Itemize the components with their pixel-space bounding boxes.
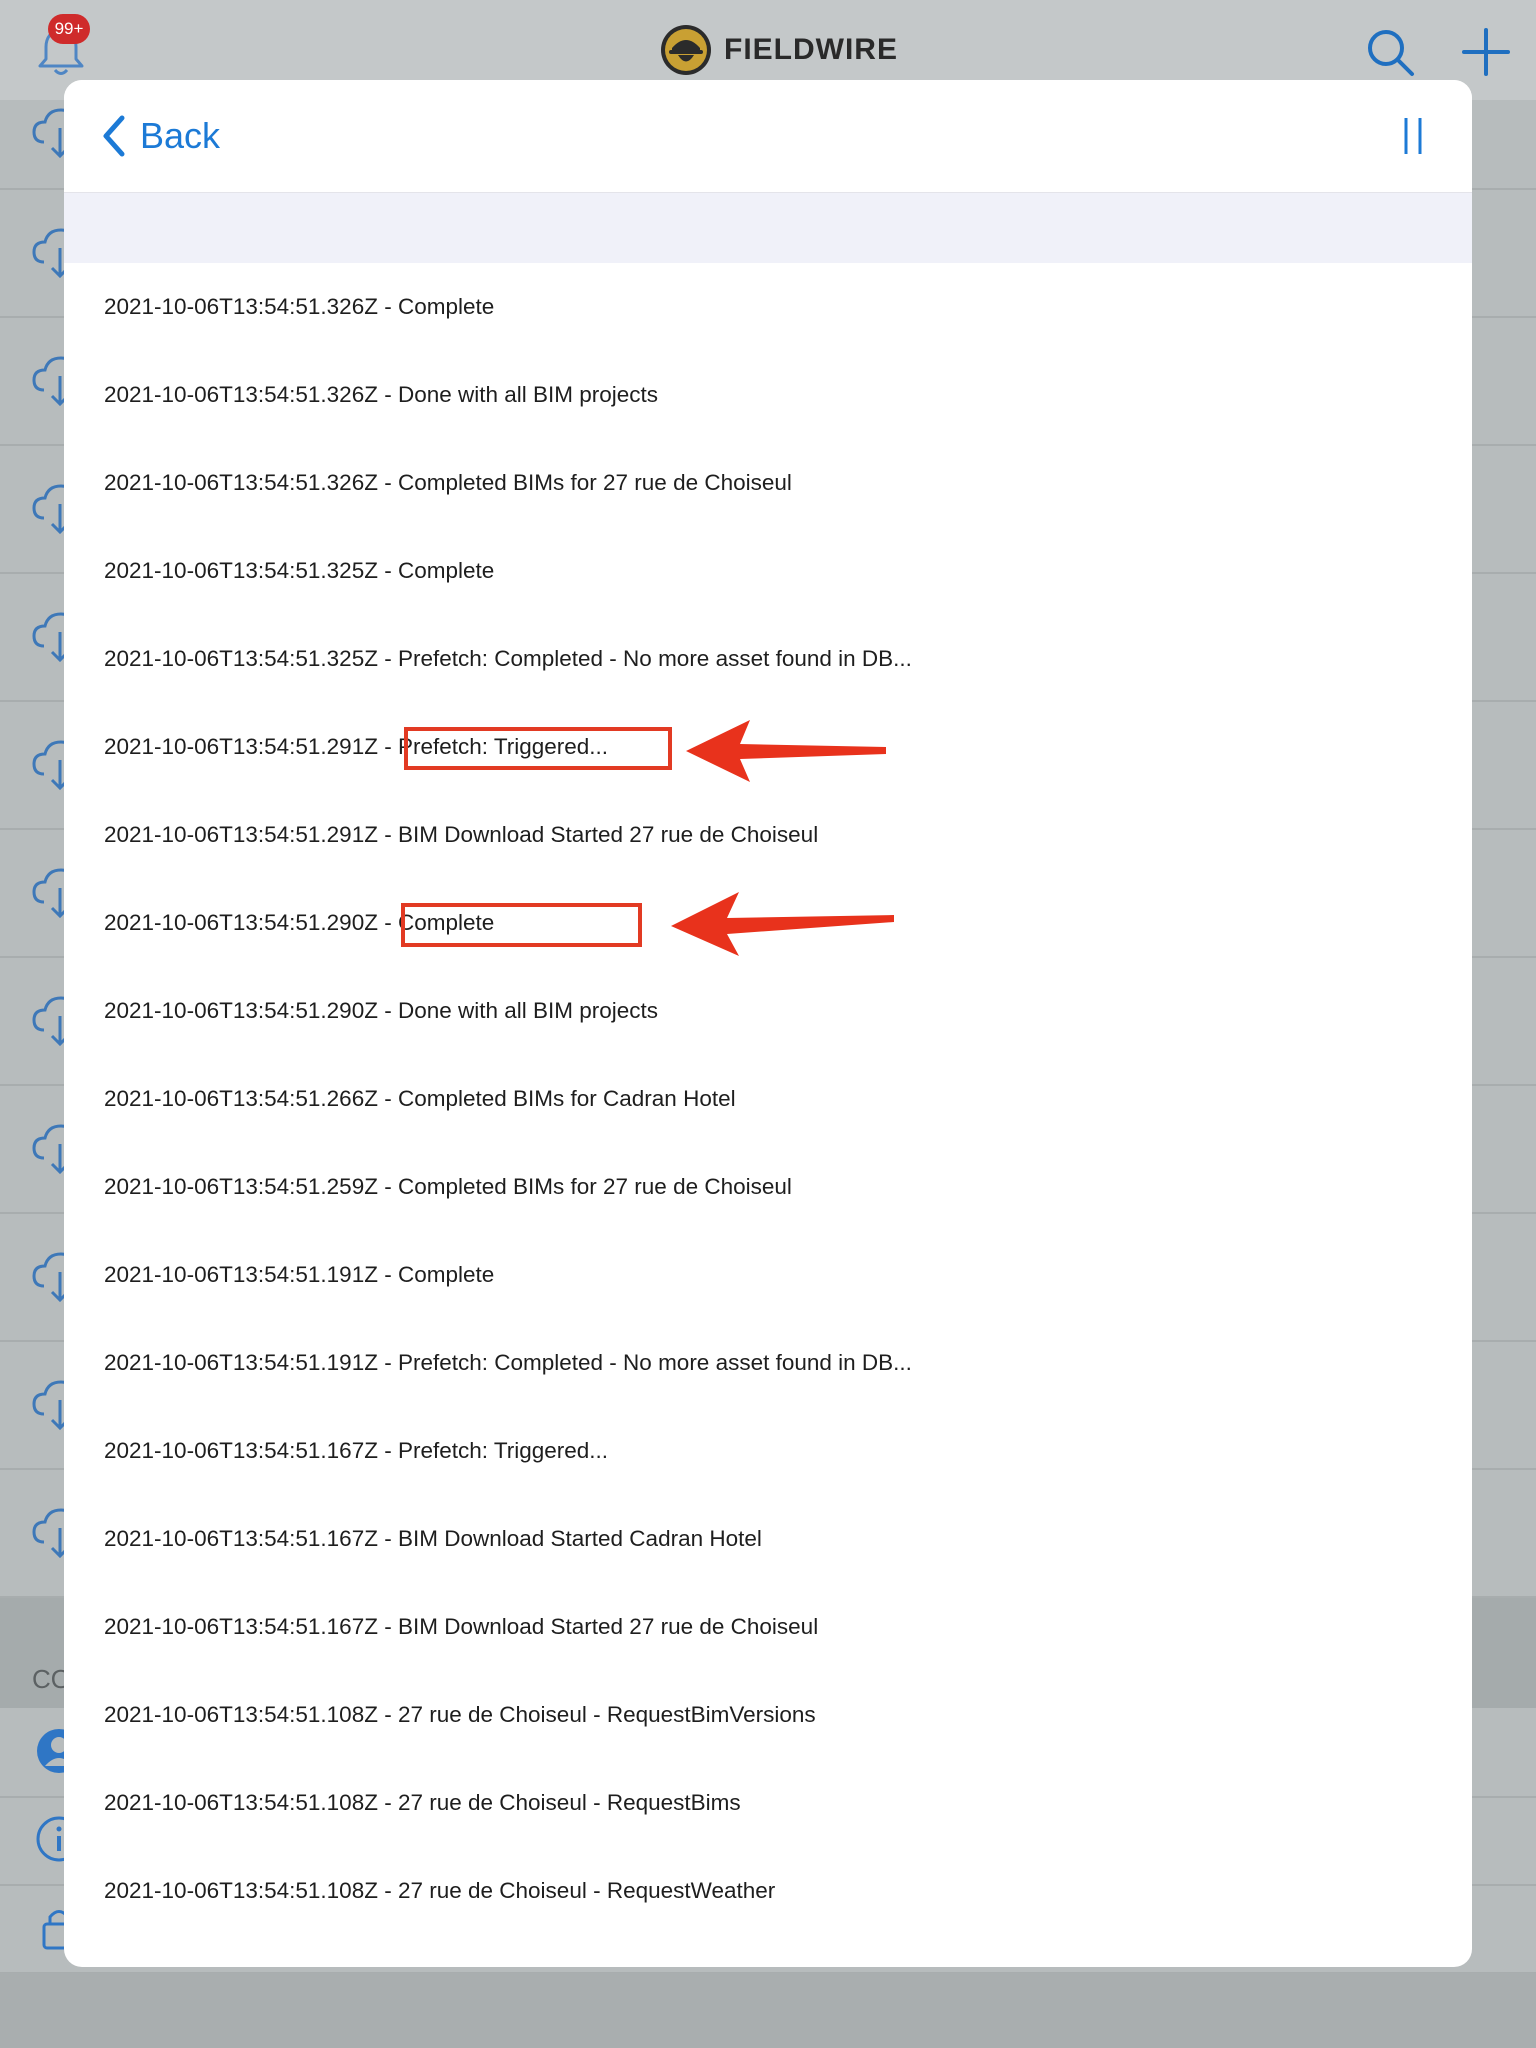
annotation-highlight-box (401, 903, 642, 947)
log-entry: 2021-10-06T13:54:51.108Z - 27 rue de Cho… (104, 1878, 776, 1903)
search-icon[interactable] (1362, 24, 1418, 80)
back-button[interactable]: Back (100, 108, 220, 164)
log-entry: 2021-10-06T13:54:51.108Z - 27 rue de Cho… (104, 1790, 741, 1815)
annotation-highlight-box (404, 727, 672, 770)
brand-logo-group: FIELDWIRE (660, 22, 898, 78)
fieldwire-logo-icon (661, 25, 711, 75)
log-entry: 2021-10-06T13:54:51.325Z - Prefetch: Com… (104, 646, 912, 671)
log-entry: 2021-10-06T13:54:51.191Z - Complete (104, 1262, 495, 1287)
chevron-left-icon (103, 115, 125, 157)
log-entry: 2021-10-06T13:54:51.290Z - Done with all… (104, 998, 659, 1023)
log-entry: 2021-10-06T13:54:51.108Z - 27 rue de Cho… (104, 1702, 816, 1727)
log-entry: 2021-10-06T13:54:51.266Z - Completed BIM… (104, 1086, 736, 1111)
log-list: 2021-10-06T13:54:51.326Z - Complete 2021-… (64, 263, 1472, 1935)
annotation-arrow-icon (671, 892, 894, 956)
log-entry: 2021-10-06T13:54:51.291Z - BIM Download … (104, 822, 819, 847)
log-entry: 2021-10-06T13:54:51.326Z - Completed BIM… (104, 470, 792, 495)
log-sheet: Back 2021-10-06T13:54:51.326Z - Complete… (64, 80, 1472, 1967)
pause-icon[interactable] (1398, 114, 1428, 158)
sheet-header: Back (64, 80, 1472, 193)
log-entry: 2021-10-06T13:54:51.167Z - BIM Download … (104, 1526, 762, 1551)
log-entry: 2021-10-06T13:54:51.167Z - Prefetch: Tri… (104, 1438, 609, 1463)
app-screen: 99+ FIELDWIRE CO Back 2021-10-06T13:54:5… (0, 0, 1536, 2048)
log-entry: 2021-10-06T13:54:51.326Z - Complete (104, 294, 495, 319)
brand-name: FIELDWIRE (724, 33, 898, 66)
notification-badge: 99+ (48, 14, 90, 44)
back-button-label: Back (140, 115, 221, 156)
plus-icon[interactable] (1458, 24, 1514, 80)
log-entry: 2021-10-06T13:54:51.259Z - Completed BIM… (104, 1174, 792, 1199)
annotation-arrow-icon (686, 720, 886, 782)
log-entry: 2021-10-06T13:54:51.191Z - Prefetch: Com… (104, 1350, 912, 1375)
log-entry: 2021-10-06T13:54:51.325Z - Complete (104, 558, 495, 583)
log-entry: 2021-10-06T13:54:51.167Z - BIM Download … (104, 1614, 819, 1639)
log-entry: 2021-10-06T13:54:51.326Z - Done with all… (104, 382, 659, 407)
background-bottom-bar (0, 1973, 1536, 2048)
sheet-header-band (64, 193, 1472, 263)
